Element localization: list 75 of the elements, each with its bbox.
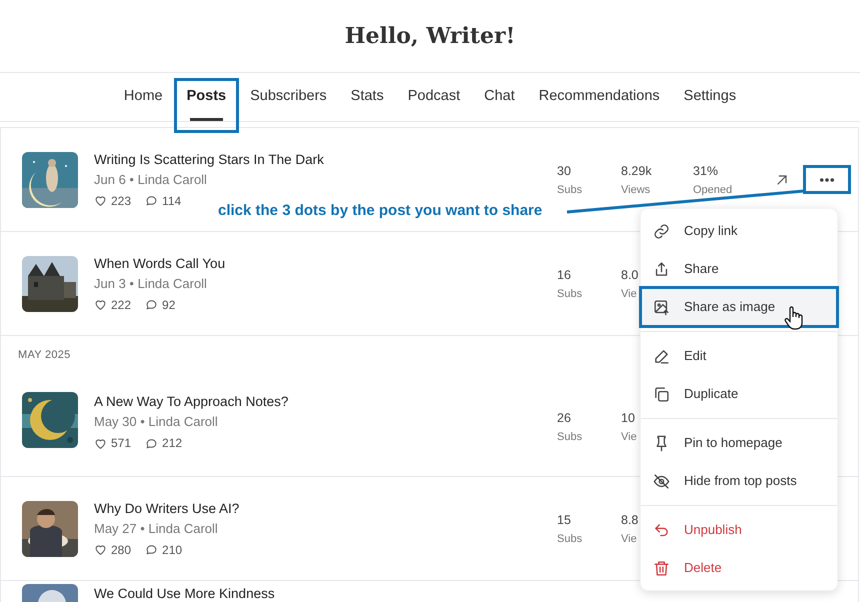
menu-item[interactable]: Hide from top posts <box>641 462 837 500</box>
post-meta: Jun 3 • Linda Caroll <box>94 274 208 292</box>
stat-value: 15 <box>557 512 572 528</box>
link-icon <box>653 222 670 240</box>
heart-icon <box>94 436 107 450</box>
comment-count: 210 <box>162 542 182 558</box>
page-title: Hello, Writer! <box>344 22 516 50</box>
tab-underline <box>190 118 224 121</box>
stat-label: Vie <box>621 430 637 445</box>
heart-icon <box>94 543 107 556</box>
post-title[interactable]: A New Way To Approach Notes? <box>94 392 557 412</box>
nav-tab[interactable]: Podcast <box>398 73 470 121</box>
image-icon <box>653 298 670 316</box>
comment-icon <box>145 194 158 207</box>
menu-item[interactable]: Delete <box>641 549 837 587</box>
pencil-icon <box>653 348 670 364</box>
nav-tab[interactable]: Posts <box>174 78 240 133</box>
stat-value: 8.0 <box>621 266 638 284</box>
menu-item[interactable]: Pin to homepage <box>641 424 837 462</box>
stat-value: 31% <box>693 162 720 180</box>
heart-icon <box>94 194 107 207</box>
comment-icon <box>145 543 158 556</box>
post-meta: Jun 6 • Linda Caroll <box>94 170 208 188</box>
eye-slash-icon <box>653 472 670 490</box>
stat-value: 8.8 <box>621 512 638 528</box>
post-title[interactable]: Why Do Writers Use AI? <box>94 498 557 518</box>
stat-label: Subs <box>557 182 584 198</box>
menu-item[interactable]: Edit <box>641 337 837 375</box>
comment-icon <box>145 298 158 311</box>
annotation-text: click the 3 dots by the post you want to share <box>218 201 542 221</box>
menu-item[interactable]: Unpublish <box>641 511 837 549</box>
comment-icon <box>145 436 158 450</box>
undo-icon <box>653 522 670 538</box>
post-title[interactable]: Writing Is Scattering Stars In The Dark <box>94 150 557 170</box>
stat-label: Vie <box>621 532 638 546</box>
nav-tab[interactable]: Recommendations <box>528 73 670 121</box>
post-title[interactable]: We Could Use More Kindness <box>94 584 557 602</box>
comment-count: 212 <box>162 435 182 452</box>
nav-tab[interactable]: Subscribers <box>240 73 337 121</box>
hand-cursor-icon <box>784 306 804 330</box>
stat-label: Vie <box>621 286 638 302</box>
more-icon <box>818 176 836 182</box>
stat-value: 10 <box>621 410 636 427</box>
comment-count: 92 <box>162 296 176 314</box>
stat-label: Subs <box>557 286 584 302</box>
stat-label: Views <box>621 182 652 198</box>
nav-tab[interactable]: Settings <box>674 73 746 121</box>
like-count: 223 <box>111 192 132 210</box>
post-meta: May 27 • Linda Caroll <box>94 520 219 538</box>
share-icon <box>653 260 670 278</box>
stat-value: 30 <box>557 162 572 180</box>
like-count: 571 <box>111 435 132 452</box>
post-meta: May 30 • Linda Caroll <box>94 413 219 431</box>
heart-icon <box>94 298 107 311</box>
stat-label: Subs <box>557 430 584 445</box>
stat-value: 8.29k <box>621 162 653 180</box>
menu-item[interactable]: Copy link <box>641 212 837 250</box>
copy-icon <box>653 386 670 402</box>
trash-icon <box>653 560 670 576</box>
nav-tab[interactable]: Stats <box>340 73 394 121</box>
menu-item[interactable]: Duplicate <box>641 375 837 413</box>
menu-item[interactable]: Share <box>641 250 837 288</box>
post-title[interactable]: When Words Call You <box>94 254 557 274</box>
stat-value: 16 <box>557 266 572 284</box>
like-count: 222 <box>111 296 132 314</box>
nav-tab[interactable]: Home <box>114 73 173 121</box>
comment-count: 114 <box>162 192 182 210</box>
like-count: 280 <box>111 542 132 558</box>
section-heading: MAY 2025 <box>18 348 71 363</box>
nav-tab[interactable]: Chat <box>474 73 525 121</box>
more-button[interactable] <box>803 165 851 194</box>
stat-label: Subs <box>557 532 584 546</box>
menu-item[interactable]: Share as image <box>641 288 837 326</box>
stat-label: Opened <box>693 182 732 198</box>
stat-value: 26 <box>557 410 572 427</box>
